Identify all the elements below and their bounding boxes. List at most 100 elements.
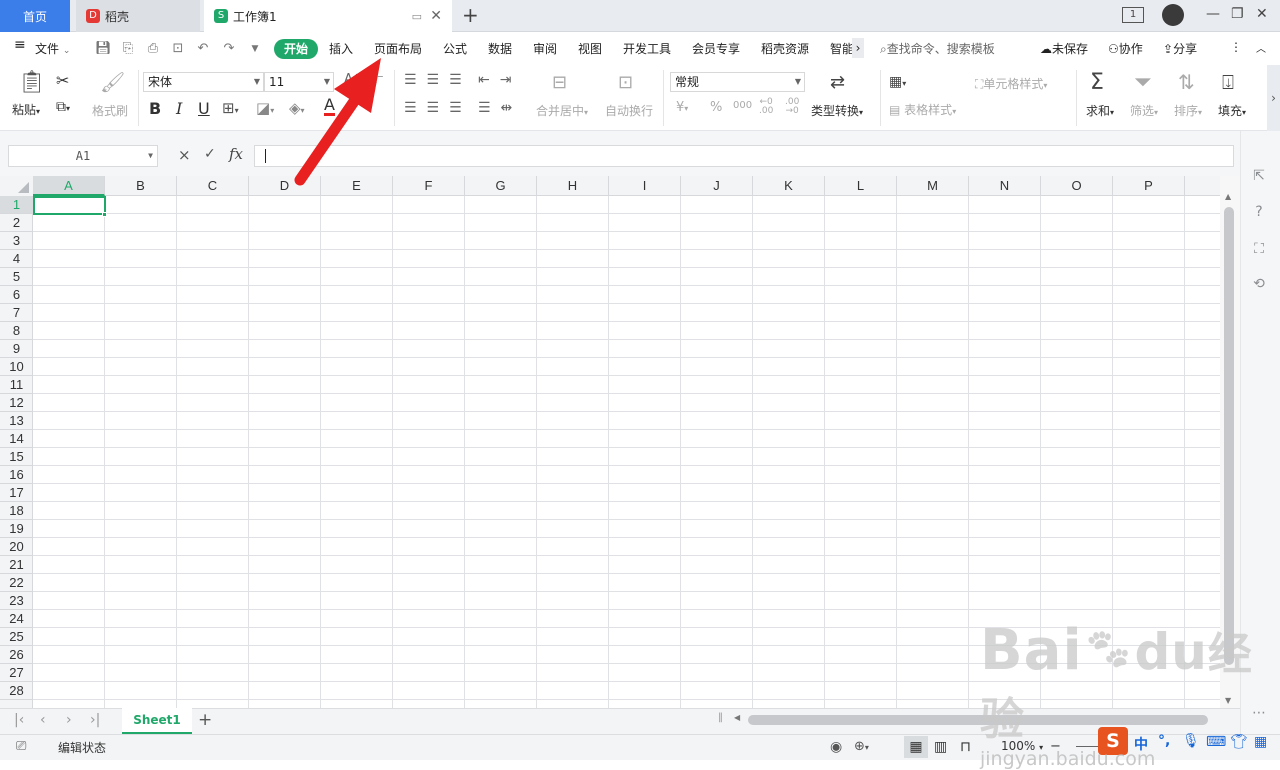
- cancel-edit-button[interactable]: ×: [178, 146, 191, 164]
- format-painter-button[interactable]: 格式刷: [92, 102, 128, 119]
- row-header[interactable]: 21: [0, 556, 33, 574]
- zoom-out-icon[interactable]: −: [1050, 739, 1061, 754]
- ime-language-toggle[interactable]: 中: [1134, 734, 1148, 754]
- row-header[interactable]: 2: [0, 214, 33, 232]
- currency-icon[interactable]: ¥▾: [676, 100, 688, 115]
- indent-icons[interactable]: ⇤⇥: [478, 72, 521, 88]
- last-sheet-icon[interactable]: ›|: [90, 712, 100, 728]
- tab-close-icon[interactable]: ✕: [430, 8, 442, 24]
- column-header[interactable]: F: [393, 176, 465, 196]
- collapse-ribbon-icon[interactable]: ︿: [1256, 40, 1266, 55]
- row-header[interactable]: 15: [0, 448, 33, 466]
- thousands-button[interactable]: 000: [733, 100, 752, 111]
- column-header[interactable]: N: [969, 176, 1041, 196]
- percent-button[interactable]: %: [710, 100, 722, 115]
- scroll-up-icon[interactable]: ▲: [1225, 192, 1231, 201]
- select-all-corner[interactable]: [0, 176, 33, 196]
- number-format-select[interactable]: 常规 ▼: [670, 72, 805, 92]
- copy-icon[interactable]: ⧉▾: [56, 99, 70, 115]
- scroll-down-icon[interactable]: ▼: [1225, 696, 1231, 705]
- minimize-icon[interactable]: —: [1206, 6, 1220, 22]
- page-break-view-icon[interactable]: ⊓: [960, 739, 971, 755]
- collab-button[interactable]: ⚇协作: [1108, 40, 1143, 57]
- ribbon-scroll-right-icon[interactable]: ›: [1267, 65, 1280, 131]
- status-monitor-icon[interactable]: ⎚: [16, 739, 26, 754]
- spreadsheet-grid[interactable]: ABCDEFGHIJKLMNOP 1 2 3 4 5 6 7 8 9 10 11 12 13 14 15 16…: [0, 176, 1220, 708]
- row-header[interactable]: 26: [0, 646, 33, 664]
- distribute-align-icons[interactable]: ☰⇹: [478, 100, 522, 116]
- row-header[interactable]: 28: [0, 682, 33, 700]
- image-tools-icon[interactable]: ⛶: [1250, 240, 1268, 258]
- wrap-text-icon[interactable]: ⊡: [618, 72, 633, 93]
- bold-button[interactable]: B: [149, 99, 161, 118]
- row-header[interactable]: 18: [0, 502, 33, 520]
- column-header[interactable]: J: [681, 176, 753, 196]
- horizontal-scroll-thumb[interactable]: [748, 715, 1208, 725]
- type-convert-icon[interactable]: ⇄: [830, 72, 845, 93]
- page-layout-view-icon[interactable]: ▥: [934, 739, 947, 755]
- row-header[interactable]: 12: [0, 394, 33, 412]
- sum-icon[interactable]: Σ: [1090, 70, 1104, 95]
- sort-icon[interactable]: ⇅: [1178, 70, 1195, 94]
- new-tab-button[interactable]: +: [462, 3, 479, 27]
- border-icon[interactable]: ⊞▾: [222, 99, 239, 117]
- zoom-level[interactable]: 100% ▾: [1001, 739, 1043, 753]
- print-preview-icon[interactable]: ⊡: [170, 41, 186, 57]
- row-header[interactable]: 5: [0, 268, 33, 286]
- tab-daoke[interactable]: D 稻壳: [76, 0, 200, 32]
- ime-toolbox-icon[interactable]: ▦: [1254, 734, 1267, 750]
- ime-punctuation-icon[interactable]: °,: [1158, 733, 1170, 749]
- increase-decimal-icon[interactable]: ←0.00: [759, 98, 773, 116]
- cell-area[interactable]: [33, 196, 1220, 708]
- print-icon[interactable]: ⎙: [145, 41, 161, 57]
- row-header[interactable]: 22: [0, 574, 33, 592]
- font-size-select[interactable]: 11 ▼: [264, 72, 334, 92]
- row-header[interactable]: 13: [0, 412, 33, 430]
- cut-icon[interactable]: ✂: [56, 71, 69, 90]
- backup-icon[interactable]: ⟲: [1250, 275, 1268, 293]
- prev-sheet-icon[interactable]: ‹: [40, 712, 46, 728]
- column-header[interactable]: H: [537, 176, 609, 196]
- sum-button[interactable]: 求和▾: [1086, 102, 1114, 119]
- row-header[interactable]: 9: [0, 340, 33, 358]
- row-header[interactable]: 19: [0, 520, 33, 538]
- conditional-format-icon[interactable]: ▦▾: [889, 74, 906, 90]
- column-header[interactable]: P: [1113, 176, 1185, 196]
- more-options-icon[interactable]: ⋮: [1230, 40, 1242, 54]
- row-header[interactable]: 4: [0, 250, 33, 268]
- column-header[interactable]: D: [249, 176, 321, 196]
- first-sheet-icon[interactable]: |‹: [14, 712, 24, 728]
- column-header[interactable]: B: [105, 176, 177, 196]
- vertical-align-icons[interactable]: ☰☰☰: [404, 72, 472, 88]
- column-header[interactable]: E: [321, 176, 393, 196]
- row-header[interactable]: 6: [0, 286, 33, 304]
- underline-button[interactable]: U: [198, 99, 210, 118]
- sogou-ime-logo-icon[interactable]: S: [1098, 727, 1128, 755]
- export-icon[interactable]: ⎘: [120, 41, 136, 57]
- tab-pin-icon[interactable]: ▭: [412, 10, 422, 23]
- row-header[interactable]: 27: [0, 664, 33, 682]
- column-header[interactable]: M: [897, 176, 969, 196]
- name-box[interactable]: A1 ▼: [8, 145, 158, 167]
- row-header[interactable]: 14: [0, 430, 33, 448]
- menu-tab-data[interactable]: 数据: [488, 40, 512, 57]
- share-button[interactable]: ⇪分享: [1163, 40, 1197, 57]
- font-color-button[interactable]: A: [324, 97, 335, 116]
- column-header[interactable]: I: [609, 176, 681, 196]
- menu-tab-start[interactable]: 开始: [274, 39, 318, 59]
- table-style-button[interactable]: ▤ 表格样式▾: [889, 101, 956, 118]
- column-header[interactable]: K: [753, 176, 825, 196]
- menu-tab-page-layout[interactable]: 页面布局: [374, 40, 422, 57]
- row-header[interactable]: 11: [0, 376, 33, 394]
- row-header[interactable]: 17: [0, 484, 33, 502]
- decrease-decimal-icon[interactable]: .00 →0: [785, 98, 799, 116]
- wrap-text-button[interactable]: 自动换行: [605, 102, 653, 119]
- column-header[interactable]: O: [1041, 176, 1113, 196]
- font-name-select[interactable]: 宋体 ▼: [143, 72, 264, 92]
- sheet-tab-sheet1[interactable]: Sheet1: [122, 708, 192, 734]
- filter-button[interactable]: 筛选▾: [1130, 102, 1158, 119]
- tab-home[interactable]: 首页: [0, 0, 70, 32]
- row-header[interactable]: 20: [0, 538, 33, 556]
- cell-pattern-icon[interactable]: ◪▾: [256, 99, 274, 117]
- cell-style-button[interactable]: ⛶单元格样式▾: [975, 75, 1047, 92]
